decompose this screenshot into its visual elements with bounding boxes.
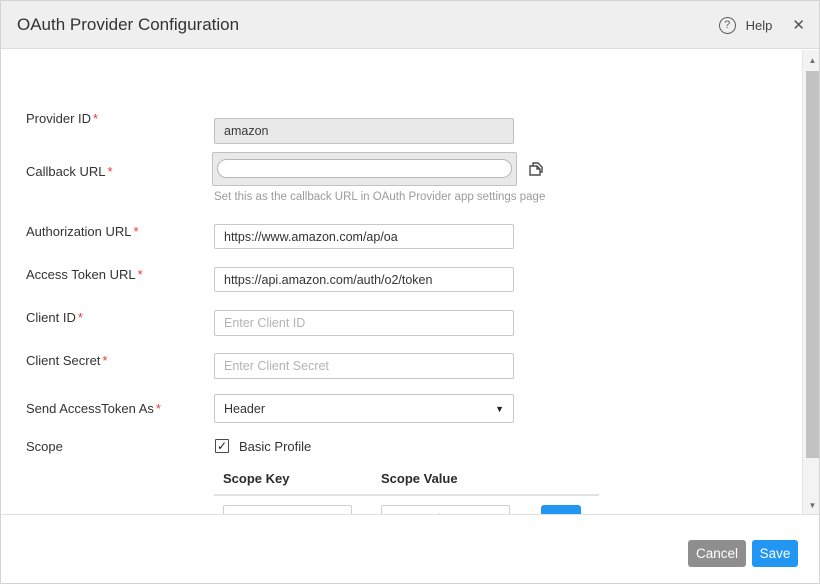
authorization-url-label: Authorization URL*: [26, 224, 139, 239]
provider-id-label: Provider ID*: [26, 111, 98, 126]
chevron-down-icon: ▼: [495, 404, 504, 414]
dialog-body: Provider ID* Callback URL* Set this as t…: [1, 50, 819, 514]
required-asterisk: *: [134, 224, 139, 239]
copy-icon[interactable]: [524, 161, 546, 183]
scope-table-divider: [214, 494, 599, 496]
scope-key-header: Scope Key: [223, 471, 289, 486]
send-accesstoken-as-label: Send AccessToken As*: [26, 401, 161, 416]
required-asterisk: *: [78, 310, 83, 325]
authorization-url-field[interactable]: [214, 224, 514, 249]
basic-profile-checkbox[interactable]: ✓: [215, 439, 229, 453]
required-asterisk: *: [102, 353, 107, 368]
vertical-scrollbar[interactable]: ▲ ▼: [802, 50, 820, 514]
client-secret-label: Client Secret*: [26, 353, 107, 368]
send-accesstoken-as-select[interactable]: Header ▼: [214, 394, 514, 423]
close-icon[interactable]: ✕: [792, 16, 805, 34]
basic-profile-checkbox-label: Basic Profile: [239, 439, 311, 454]
client-id-field[interactable]: [214, 310, 514, 336]
provider-id-field[interactable]: [214, 118, 514, 144]
client-id-label: Client ID*: [26, 310, 83, 325]
dialog-footer: Cancel Save: [1, 514, 819, 584]
help-link[interactable]: Help: [746, 18, 773, 33]
cancel-button[interactable]: Cancel: [688, 540, 746, 567]
callback-url-field[interactable]: [212, 152, 517, 186]
redaction-scribble: [217, 159, 512, 178]
access-token-url-field[interactable]: [214, 267, 514, 292]
help-icon[interactable]: ?: [719, 17, 736, 34]
scrollbar-thumb[interactable]: [806, 71, 819, 458]
save-button[interactable]: Save: [752, 540, 798, 567]
required-asterisk: *: [156, 401, 161, 416]
callback-url-label: Callback URL*: [26, 164, 113, 179]
access-token-url-label: Access Token URL*: [26, 267, 143, 282]
required-asterisk: *: [138, 267, 143, 282]
required-asterisk: *: [93, 111, 98, 126]
callback-url-helper-text: Set this as the callback URL in OAuth Pr…: [214, 191, 545, 203]
required-asterisk: *: [107, 164, 112, 179]
oauth-provider-config-dialog: OAuth Provider Configuration ? Help ✕ Pr…: [0, 0, 820, 584]
header-actions: ? Help ✕: [719, 1, 805, 49]
selected-option-label: Header: [224, 402, 265, 416]
dialog-header: OAuth Provider Configuration ? Help ✕: [1, 1, 819, 49]
scroll-up-icon[interactable]: ▲: [803, 56, 820, 65]
scope-label: Scope: [26, 439, 63, 454]
client-secret-field[interactable]: [214, 353, 514, 379]
page-title: OAuth Provider Configuration: [17, 15, 239, 35]
scope-value-header: Scope Value: [381, 471, 458, 486]
scroll-down-icon[interactable]: ▼: [803, 501, 820, 510]
